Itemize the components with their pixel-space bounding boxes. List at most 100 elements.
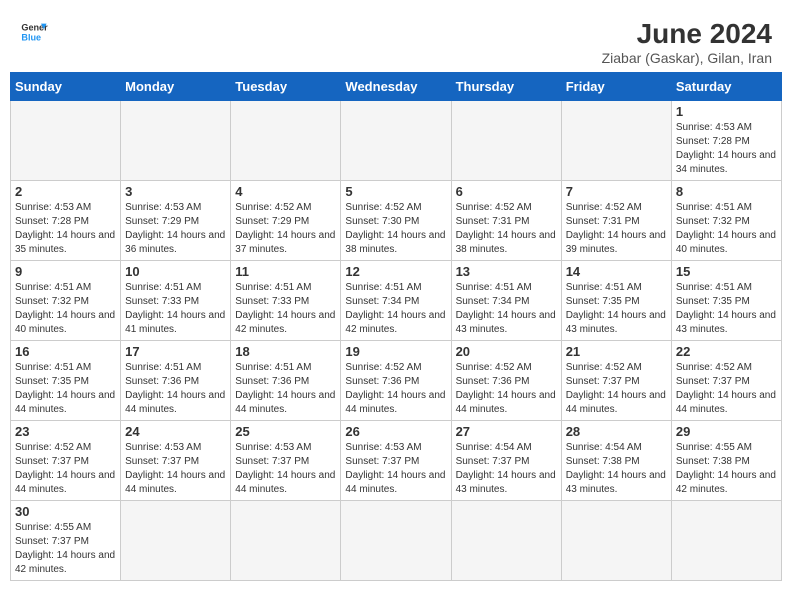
day-number: 18 [235,344,336,359]
day-number: 22 [676,344,777,359]
table-row [231,501,341,581]
table-row: 15Sunrise: 4:51 AMSunset: 7:35 PMDayligh… [671,261,781,341]
table-row [11,101,121,181]
table-row: 14 Sunrise: 4:51 AMSunset: 7:35 PMDayligh… [561,261,671,341]
day-number: 4 [235,184,336,199]
table-row [341,101,451,181]
day-info: Sunrise: 4:51 AMSunset: 7:36 PMDaylight:… [235,361,336,417]
day-number: 24 [125,424,226,439]
table-row: 2Sunrise: 4:53 AMSunset: 7:28 PMDaylight… [11,181,121,261]
day-info: Sunrise: 4:53 AMSunset: 7:37 PMDaylight:… [345,441,446,497]
day-info: Sunrise: 4:51 AMSunset: 7:34 PMDaylight:… [456,281,557,337]
day-number: 13 [456,264,557,279]
header-thursday: Thursday [451,73,561,101]
table-row: 27 Sunrise: 4:54 AMSunset: 7:37 PMDayligh… [451,421,561,501]
table-row [341,501,451,581]
day-number: 16 [15,344,116,359]
title-area: June 2024 Ziabar (Gaskar), Gilan, Iran [602,18,772,66]
table-row [451,501,561,581]
day-info: Sunrise: 4:51 AMSunset: 7:33 PMDaylight:… [235,281,336,337]
day-number: 17 [125,344,226,359]
calendar-table: Sunday Monday Tuesday Wednesday Thursday… [10,72,782,581]
table-row: 11 Sunrise: 4:51 AMSunset: 7:33 PMDayligh… [231,261,341,341]
day-info: Sunrise: 4:51 AMSunset: 7:35 PMDaylight:… [15,361,116,417]
calendar-title: June 2024 [602,18,772,50]
day-info: Sunrise: 4:52 AMSunset: 7:30 PMDaylight:… [345,201,446,257]
day-number: 8 [676,184,777,199]
table-row [121,101,231,181]
table-row [121,501,231,581]
day-info: Sunrise: 4:51 AMSunset: 7:36 PMDaylight:… [125,361,226,417]
table-row: 25 Sunrise: 4:53 AMSunset: 7:37 PMDayligh… [231,421,341,501]
header-monday: Monday [121,73,231,101]
day-number: 11 [235,264,336,279]
table-row: 12 Sunrise: 4:51 AMSunset: 7:34 PMDayligh… [341,261,451,341]
day-info: Sunrise: 4:55 AMSunset: 7:37 PMDaylight:… [15,521,116,577]
day-info: Sunrise: 4:52 AMSunset: 7:36 PMDaylight:… [345,361,446,417]
logo-icon: General Blue [20,18,48,46]
day-number: 12 [345,264,446,279]
day-number: 19 [345,344,446,359]
svg-text:Blue: Blue [21,32,41,42]
table-row: 16 Sunrise: 4:51 AMSunset: 7:35 PMDayligh… [11,341,121,421]
weekday-header-row: Sunday Monday Tuesday Wednesday Thursday… [11,73,782,101]
day-number: 30 [15,504,116,519]
table-row [561,501,671,581]
table-row: 29 Sunrise: 4:55 AMSunset: 7:38 PMDayligh… [671,421,781,501]
table-row: 22Sunrise: 4:52 AMSunset: 7:37 PMDayligh… [671,341,781,421]
table-row [561,101,671,181]
header-sunday: Sunday [11,73,121,101]
table-row: 10 Sunrise: 4:51 AMSunset: 7:33 PMDayligh… [121,261,231,341]
table-row: 30 Sunrise: 4:55 AMSunset: 7:37 PMDayligh… [11,501,121,581]
day-number: 28 [566,424,667,439]
table-row: 13 Sunrise: 4:51 AMSunset: 7:34 PMDayligh… [451,261,561,341]
day-number: 27 [456,424,557,439]
table-row [451,101,561,181]
day-number: 7 [566,184,667,199]
table-row: 9 Sunrise: 4:51 AMSunset: 7:32 PMDaylight… [11,261,121,341]
day-number: 25 [235,424,336,439]
day-number: 29 [676,424,777,439]
table-row: 19 Sunrise: 4:52 AMSunset: 7:36 PMDayligh… [341,341,451,421]
day-number: 6 [456,184,557,199]
day-number: 14 [566,264,667,279]
day-info: Sunrise: 4:52 AMSunset: 7:37 PMDaylight:… [15,441,116,497]
day-info: Sunrise: 4:55 AMSunset: 7:38 PMDaylight:… [676,441,777,497]
day-info: Sunrise: 4:52 AMSunset: 7:31 PMDaylight:… [566,201,667,257]
day-number: 1 [676,104,777,119]
header-wednesday: Wednesday [341,73,451,101]
table-row: 3 Sunrise: 4:53 AMSunset: 7:29 PMDaylight… [121,181,231,261]
day-info: Sunrise: 4:53 AMSunset: 7:29 PMDaylight:… [125,201,226,257]
day-info: Sunrise: 4:51 AMSunset: 7:32 PMDaylight:… [676,201,777,257]
day-info: Sunrise: 4:51 AMSunset: 7:33 PMDaylight:… [125,281,226,337]
day-info: Sunrise: 4:54 AMSunset: 7:37 PMDaylight:… [456,441,557,497]
day-info: Sunrise: 4:52 AMSunset: 7:29 PMDaylight:… [235,201,336,257]
table-row: 24 Sunrise: 4:53 AMSunset: 7:37 PMDayligh… [121,421,231,501]
calendar-subtitle: Ziabar (Gaskar), Gilan, Iran [602,50,772,66]
header-tuesday: Tuesday [231,73,341,101]
table-row: 18 Sunrise: 4:51 AMSunset: 7:36 PMDayligh… [231,341,341,421]
day-info: Sunrise: 4:51 AMSunset: 7:35 PMDaylight:… [566,281,667,337]
table-row: 6 Sunrise: 4:52 AMSunset: 7:31 PMDaylight… [451,181,561,261]
day-number: 3 [125,184,226,199]
day-number: 9 [15,264,116,279]
day-number: 5 [345,184,446,199]
day-info: Sunrise: 4:52 AMSunset: 7:36 PMDaylight:… [456,361,557,417]
day-info: Sunrise: 4:53 AMSunset: 7:28 PMDaylight:… [676,121,777,177]
day-info: Sunrise: 4:51 AMSunset: 7:32 PMDaylight:… [15,281,116,337]
table-row: 28 Sunrise: 4:54 AMSunset: 7:38 PMDayligh… [561,421,671,501]
day-info: Sunrise: 4:53 AMSunset: 7:37 PMDaylight:… [125,441,226,497]
table-row [231,101,341,181]
logo: General Blue [20,18,48,46]
table-row: 21Sunrise: 4:52 AMSunset: 7:37 PMDayligh… [561,341,671,421]
table-row: 17 Sunrise: 4:51 AMSunset: 7:36 PMDayligh… [121,341,231,421]
day-number: 23 [15,424,116,439]
day-info: Sunrise: 4:54 AMSunset: 7:38 PMDaylight:… [566,441,667,497]
table-row: 4 Sunrise: 4:52 AMSunset: 7:29 PMDaylight… [231,181,341,261]
day-info: Sunrise: 4:51 AMSunset: 7:34 PMDaylight:… [345,281,446,337]
day-info: Sunrise: 4:52 AMSunset: 7:31 PMDaylight:… [456,201,557,257]
table-row: 1 Sunrise: 4:53 AMSunset: 7:28 PMDaylight… [671,101,781,181]
day-info: Sunrise: 4:53 AMSunset: 7:37 PMDaylight:… [235,441,336,497]
day-number: 10 [125,264,226,279]
table-row: 20Sunrise: 4:52 AMSunset: 7:36 PMDayligh… [451,341,561,421]
